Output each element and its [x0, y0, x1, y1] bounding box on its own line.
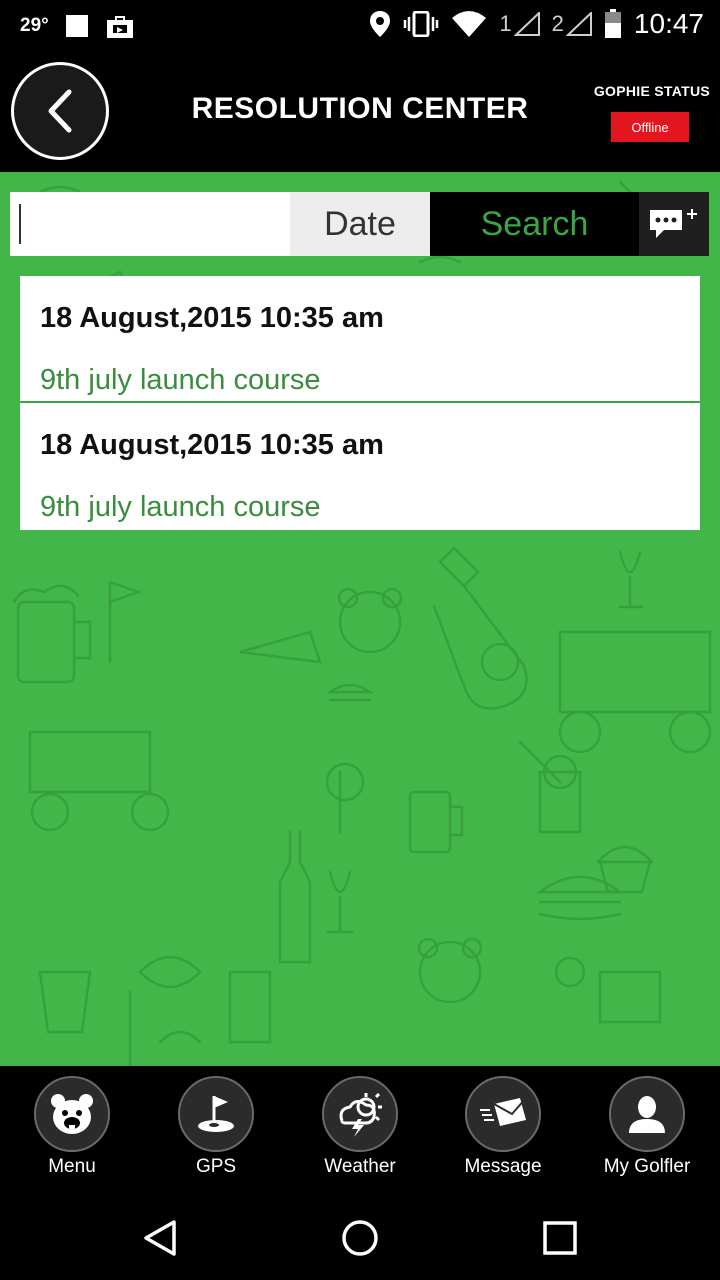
envelope-icon — [480, 1097, 527, 1126]
system-navigation — [0, 1192, 720, 1280]
status-badge: Offline — [611, 112, 689, 142]
page-title: RESOLUTION CENTER — [191, 92, 529, 125]
user-icon — [629, 1096, 665, 1133]
nav-weather-label: Weather — [324, 1156, 396, 1177]
item-course: 9th july launch course — [40, 491, 321, 523]
nav-weather[interactable]: Weather — [290, 1076, 430, 1188]
nav-weather-circle — [322, 1076, 398, 1152]
date-button[interactable]: Date — [290, 192, 430, 256]
text-caret — [19, 204, 21, 244]
search-button[interactable]: Search — [430, 192, 639, 256]
nav-gps-circle — [178, 1076, 254, 1152]
resolution-list: 18 August,2015 10:35 am 9th july launch … — [20, 276, 700, 530]
system-home-button[interactable] — [332, 1210, 388, 1266]
location-icon — [370, 11, 391, 37]
nav-my-golfler-label: My Golfler — [603, 1156, 691, 1177]
wifi-icon — [452, 11, 487, 37]
list-item[interactable]: 18 August,2015 10:35 am 9th july launch … — [20, 276, 700, 403]
bottom-nav: Menu GPS Weather Message My Golfler — [0, 1066, 720, 1192]
circle-home-icon — [342, 1220, 378, 1256]
nav-message-circle — [465, 1076, 541, 1152]
sim1-signal: 1 — [499, 11, 540, 37]
item-course: 9th july launch course — [40, 364, 321, 396]
nav-menu-circle — [34, 1076, 110, 1152]
clock: 10:47 — [633, 8, 704, 39]
back-button[interactable] — [11, 62, 109, 160]
main-content: Date Search 18 August,2015 10:35 am 9th … — [0, 172, 720, 1066]
triangle-back-icon — [144, 1220, 176, 1256]
sim2-signal: 2 — [552, 11, 592, 37]
list-item[interactable]: 18 August,2015 10:35 am 9th july launch … — [20, 403, 700, 530]
search-bar: Date Search — [10, 192, 709, 256]
search-input[interactable] — [10, 192, 290, 256]
signal-icon — [513, 12, 540, 36]
system-back-button[interactable] — [132, 1210, 188, 1266]
item-date: 18 August,2015 10:35 am — [40, 429, 384, 461]
gophie-status-label: GOPHIE STATUS — [593, 83, 710, 99]
nav-my-golfler[interactable]: My Golfler — [577, 1076, 717, 1188]
vibrate-icon — [404, 11, 439, 37]
new-message-button[interactable] — [639, 192, 709, 256]
square-recents-icon — [543, 1221, 577, 1255]
nav-my-golfler-circle — [609, 1076, 685, 1152]
bear-icon — [51, 1094, 93, 1134]
nav-message-label: Message — [464, 1156, 542, 1177]
briefcase-icon — [106, 16, 133, 38]
nav-gps-label: GPS — [195, 1156, 237, 1177]
nav-menu[interactable]: Menu — [2, 1076, 142, 1188]
battery-icon — [604, 9, 621, 38]
nav-message[interactable]: Message — [433, 1076, 573, 1188]
item-date: 18 August,2015 10:35 am — [40, 302, 384, 334]
nav-gps[interactable]: GPS — [146, 1076, 286, 1188]
temperature: 29° — [20, 15, 49, 36]
image-notification-icon — [65, 15, 88, 37]
chat-plus-icon — [650, 209, 697, 238]
status-bar: 29° 1 2 10:47 — [0, 0, 720, 52]
golf-flag-icon — [198, 1096, 234, 1132]
system-recents-button[interactable] — [532, 1210, 588, 1266]
app-header: RESOLUTION CENTER GOPHIE STATUS Offline — [0, 52, 720, 172]
signal-icon — [565, 12, 592, 36]
weather-storm-icon — [339, 1092, 382, 1137]
chevron-left-icon — [48, 89, 72, 133]
nav-menu-label: Menu — [48, 1156, 96, 1177]
